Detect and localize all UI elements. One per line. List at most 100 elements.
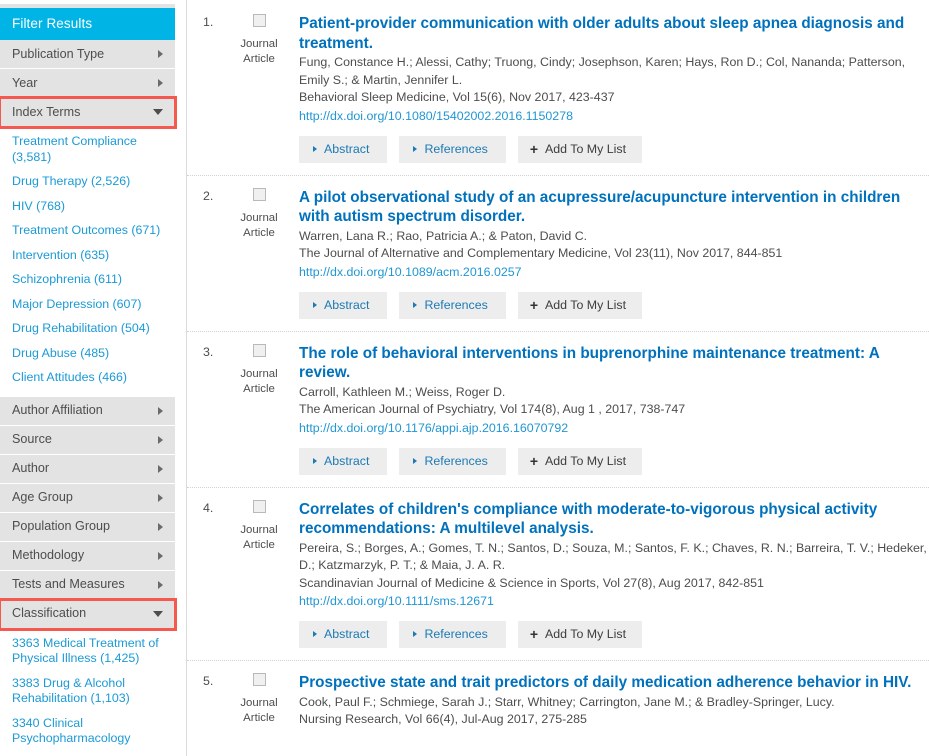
add-to-my-list-button[interactable]: + Add To My List <box>517 447 643 475</box>
chevron-down-icon <box>153 610 163 617</box>
facet-link[interactable]: Drug Therapy (2,526) <box>12 174 165 190</box>
chevron-right-icon <box>158 464 163 473</box>
result-checkbox[interactable] <box>252 343 266 357</box>
facet-label: Age Group <box>12 490 73 504</box>
chevron-right-icon <box>158 435 163 444</box>
facet-label: Source <box>12 432 52 446</box>
abstract-label: Abstract <box>324 453 370 468</box>
sidebar-facet-tests-and-measures[interactable]: Tests and Measures <box>0 570 175 600</box>
chevron-right-icon <box>158 551 163 560</box>
facet-group-top: Publication Type Year <box>0 40 175 98</box>
facet-link[interactable]: Schizophrenia (611) <box>12 272 165 288</box>
abstract-label: Abstract <box>324 297 370 312</box>
result-body: Correlates of children's compliance with… <box>295 500 929 661</box>
references-button[interactable]: References <box>399 447 506 475</box>
abstract-label: Abstract <box>324 141 370 156</box>
facet-label: Tests and Measures <box>12 577 125 591</box>
references-button[interactable]: References <box>399 291 506 319</box>
result-checkbox[interactable] <box>252 499 266 513</box>
result-type-column: Journal Article <box>223 14 295 175</box>
references-button[interactable]: References <box>399 135 506 163</box>
abstract-button[interactable]: Abstract <box>299 621 388 648</box>
result-type-line: Article <box>243 712 275 724</box>
sidebar-facet-population-group[interactable]: Population Group <box>0 512 175 542</box>
results-list: 1. Journal Article Patient-provider comm… <box>187 0 929 756</box>
result-authors: Warren, Lana R.; Rao, Patricia A.; & Pat… <box>299 228 588 243</box>
result-number: 4. <box>203 500 214 515</box>
result-type-column: Journal Article <box>223 673 295 729</box>
facet-link[interactable]: 3383 Drug & Alcohol Rehabilitation (1,10… <box>12 676 165 707</box>
result-body: Prospective state and trait predictors o… <box>295 673 929 729</box>
facet-link[interactable]: HIV (768) <box>12 199 165 215</box>
sidebar-facet-year[interactable]: Year <box>0 69 175 98</box>
search-results-page: Filter Results Publication Type Year Ind… <box>0 0 929 756</box>
references-label: References <box>424 627 488 641</box>
result-doi-link[interactable]: http://dx.doi.org/10.1080/15402002.2016.… <box>299 107 573 125</box>
facet-link[interactable]: Treatment Compliance (3,581) <box>12 134 165 165</box>
facet-label: Population Group <box>12 519 111 533</box>
result-doi-link[interactable]: http://dx.doi.org/10.1176/appi.ajp.2016.… <box>299 419 568 437</box>
result-authors: Fung, Constance H.; Alessi, Cathy; Truon… <box>299 55 906 87</box>
result-type-column: Journal Article <box>223 187 295 331</box>
abstract-button[interactable]: Abstract <box>299 291 388 319</box>
result-doi-link[interactable]: http://dx.doi.org/10.1089/acm.2016.0257 <box>299 263 522 281</box>
result-type-line: Article <box>243 226 275 239</box>
sidebar-facet-classification[interactable]: Classification <box>0 597 177 631</box>
facet-link[interactable]: Major Depression (607) <box>12 297 165 313</box>
result-checkbox[interactable] <box>252 187 266 201</box>
result-checkbox[interactable] <box>252 673 266 686</box>
chevron-right-icon <box>158 406 163 415</box>
facet-link[interactable]: 3363 Medical Treatment of Physical Illne… <box>12 636 165 667</box>
sidebar-facet-author[interactable]: Author <box>0 454 175 484</box>
facet-link[interactable]: Treatment Outcomes (671) <box>12 223 165 239</box>
sidebar-facet-publication-type[interactable]: Publication Type <box>0 40 175 69</box>
result-source: The American Journal of Psychiatry, Vol … <box>299 402 686 416</box>
chevron-right-icon <box>158 493 163 502</box>
add-to-list-label: Add To My List <box>545 627 627 641</box>
result-actions: Abstract References + Add To My List <box>299 135 929 163</box>
abstract-button[interactable]: Abstract <box>299 447 388 475</box>
add-to-my-list-button[interactable]: + Add To My List <box>517 621 643 648</box>
result-type-line: Article <box>243 382 275 395</box>
add-to-my-list-button[interactable]: + Add To My List <box>517 135 643 163</box>
facet-group-mid: Author Affiliation Source Author Age Gro… <box>0 396 175 600</box>
result-type-line: Journal <box>240 523 278 536</box>
references-label: References <box>424 141 488 156</box>
sidebar-facet-author-affiliation[interactable]: Author Affiliation <box>0 396 175 426</box>
result-authors: Pereira, S.; Borges, A.; Gomes, T. N.; S… <box>299 540 927 573</box>
sidebar-facet-source[interactable]: Source <box>0 425 175 455</box>
add-to-list-label: Add To My List <box>545 297 627 312</box>
facet-label: Methodology <box>12 548 85 562</box>
facet-link[interactable]: Drug Rehabilitation (504) <box>12 321 165 337</box>
references-button[interactable]: References <box>399 621 506 648</box>
result-title-link[interactable]: A pilot observational study of an acupre… <box>299 188 929 227</box>
chevron-down-icon <box>153 109 163 115</box>
result-title-link[interactable]: The role of behavioral interventions in … <box>299 344 929 383</box>
facet-link[interactable]: Drug Abuse (485) <box>12 346 165 362</box>
abstract-button[interactable]: Abstract <box>299 135 388 163</box>
result-doi-link[interactable]: http://dx.doi.org/10.1111/sms.12671 <box>299 592 494 610</box>
sidebar-facet-age-group[interactable]: Age Group <box>0 483 175 513</box>
plus-icon: + <box>529 296 539 313</box>
add-to-my-list-button[interactable]: + Add To My List <box>517 291 643 319</box>
add-to-list-label: Add To My List <box>545 141 627 156</box>
result-type-line: Journal <box>240 38 278 50</box>
plus-icon: + <box>529 626 539 642</box>
facet-link[interactable]: Intervention (635) <box>12 248 165 264</box>
result-source: The Journal of Alternative and Complemen… <box>299 246 783 260</box>
result-title-link[interactable]: Prospective state and trait predictors o… <box>299 673 929 693</box>
chevron-right-icon <box>158 50 163 58</box>
result-title-link[interactable]: Patient-provider communication with olde… <box>299 14 929 53</box>
triangle-right-icon <box>313 301 317 308</box>
result-type-column: Journal Article <box>223 499 295 661</box>
facet-link[interactable]: Client Attitudes (466) <box>12 370 165 386</box>
facet-link[interactable]: 3340 Clinical Psychopharmacology <box>12 716 165 747</box>
filter-sidebar: Filter Results Publication Type Year Ind… <box>0 0 177 756</box>
result-checkbox[interactable] <box>252 14 266 27</box>
result-title-link[interactable]: Correlates of children's compliance with… <box>299 500 929 539</box>
sidebar-facet-index-terms[interactable]: Index Terms <box>0 96 177 129</box>
result-authors: Carroll, Kathleen M.; Weiss, Roger D. <box>299 384 506 399</box>
chevron-right-icon <box>158 580 163 589</box>
classification-link-list: 3363 Medical Treatment of Physical Illne… <box>0 628 175 756</box>
sidebar-facet-methodology[interactable]: Methodology <box>0 541 175 571</box>
